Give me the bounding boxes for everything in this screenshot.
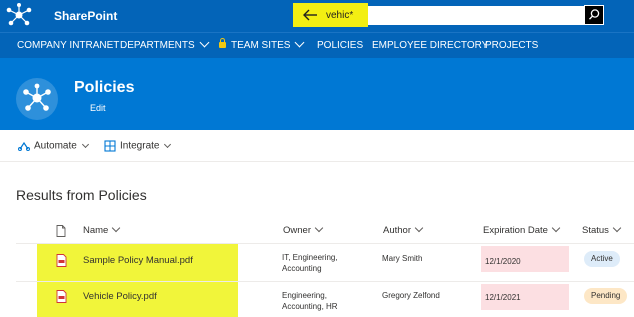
integrate-icon: [104, 140, 116, 152]
sharepoint-logo-icon[interactable]: [3, 2, 35, 30]
nav-item-employee-directory[interactable]: EMPLOYEE DIRECTORY: [372, 40, 488, 51]
file-name-link[interactable]: Vehicle Policy.pdf: [83, 291, 157, 302]
column-header-name[interactable]: Name: [83, 223, 121, 236]
expiration-date: 12/1/2020: [485, 257, 521, 266]
results-title: Results from Policies: [16, 187, 147, 203]
chevron-down-icon: [81, 140, 89, 148]
search-query-text[interactable]: vehic*: [326, 10, 353, 21]
document-icon: [56, 225, 66, 237]
app-name[interactable]: SharePoint: [54, 9, 117, 23]
status-badge: Pending: [584, 288, 628, 304]
edit-link[interactable]: Edit: [90, 103, 106, 113]
expiration-date: 12/1/2021: [485, 293, 521, 302]
chevron-down-icon: [295, 37, 305, 48]
status-badge: Active: [584, 251, 620, 267]
nav-item-company-intranet[interactable]: COMPANY INTRANET: [17, 40, 119, 51]
chevron-down-icon: [314, 223, 324, 233]
nav-item-projects[interactable]: PROJECTS: [485, 40, 538, 51]
author-cell: Gregory Zelfond: [382, 291, 440, 300]
owner-cell: IT, Engineering, Accounting: [282, 253, 338, 273]
chevron-down-icon: [612, 223, 622, 233]
owner-cell: Engineering, Accounting, HR: [282, 291, 338, 311]
back-arrow-icon[interactable]: [300, 7, 320, 23]
pdf-file-icon: [56, 290, 67, 303]
site-title[interactable]: Policies: [74, 79, 134, 97]
search-input[interactable]: [368, 6, 584, 25]
search-button[interactable]: [584, 5, 604, 25]
nav-item-policies[interactable]: POLICIES: [317, 40, 363, 51]
author-cell: Mary Smith: [382, 254, 423, 263]
automate-button[interactable]: Automate: [18, 140, 89, 152]
file-name-link[interactable]: Sample Policy Manual.pdf: [83, 255, 193, 266]
search-icon: [588, 9, 600, 20]
chevron-down-icon: [112, 223, 121, 233]
hub-navigation: COMPANY INTRANET DEPARTMENTS TEAM SITES …: [0, 32, 634, 58]
command-bar: Automate Integrate: [0, 130, 634, 162]
column-header-owner[interactable]: Owner: [283, 223, 324, 236]
integrate-button[interactable]: Integrate: [104, 140, 172, 152]
column-header-expiration-date[interactable]: Expiration Date: [483, 223, 561, 236]
chevron-down-icon: [551, 223, 561, 233]
lock-icon: [219, 38, 226, 48]
nav-item-departments[interactable]: DEPARTMENTS: [120, 37, 210, 51]
column-header-status[interactable]: Status: [582, 223, 622, 236]
site-logo-icon[interactable]: [16, 78, 58, 120]
column-header-author[interactable]: Author: [383, 223, 424, 236]
chevron-down-icon: [414, 223, 424, 233]
pdf-file-icon: [56, 254, 67, 267]
automate-icon: [18, 141, 30, 151]
chevron-down-icon: [199, 37, 210, 48]
nav-item-team-sites[interactable]: TEAM SITES: [219, 37, 305, 51]
chevron-down-icon: [164, 140, 172, 148]
